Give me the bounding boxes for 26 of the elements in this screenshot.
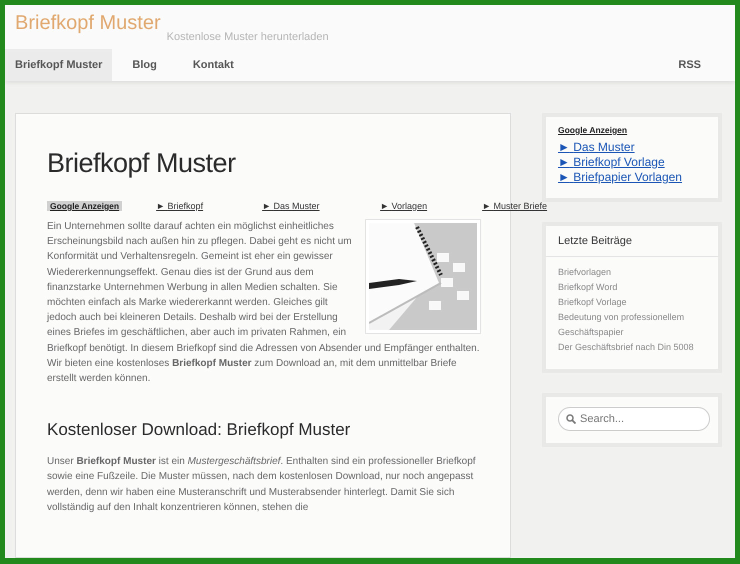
- nav-tab[interactable]: Blog: [122, 49, 167, 81]
- post-link[interactable]: Der Geschäftsbrief nach Din 5008: [558, 340, 706, 355]
- post-link[interactable]: Briefkopf Vorlage: [558, 295, 706, 310]
- site-tagline: Kostenlose Muster herunterladen: [166, 31, 329, 45]
- ads-label: Google Anzeigen: [47, 201, 122, 211]
- nav-tab[interactable]: Briefkopf Muster: [5, 49, 112, 81]
- post-link[interactable]: Briefkopf Word: [558, 280, 706, 295]
- section-heading: Kostenloser Download: Briefkopf Muster: [47, 420, 352, 440]
- ad-link[interactable]: ► Vorlagen: [380, 201, 482, 211]
- post-link[interactable]: Bedeutung von professionellem Geschäftspapier: [558, 310, 706, 340]
- ad-link[interactable]: ► Das Muster: [262, 201, 380, 211]
- ad-link[interactable]: ► Briefkopf Vorlage: [558, 155, 706, 169]
- ad-link[interactable]: ► Das Muster: [558, 140, 706, 154]
- search-field[interactable]: Search...: [558, 407, 710, 431]
- widget-title: Letzte Beiträge: [546, 226, 718, 257]
- ad-link[interactable]: ► Briefkopf: [156, 201, 262, 211]
- intro-paragraph: Ein Unternehmen sollte darauf achten ein möglichst einheitliches Erscheinungsbild nach außen hin zu pflegen. Dabei geht es nicht um Konformität und Verhaltensregeln. Gemeint ist eher ein gewisser Wiedererkennungseffekt. Genau dies ist der Grund aus dem finanzstarke Unternehmen Werbung in allen Medien schalten. Sie möchten einfach als Marke wiedererkannt werden. Gleiches gilt jedoch auch bei kleineren Details. Deshalb wird bei der Erstellung eines Briefes im geschäftlichen, aber auch im privaten Rahmen, ein Briefkopf benötigt. In diesem Briefkopf sind die Adressen von Absender und Empfänger enthalten. Wir bieten eine kostenloses Briefkopf Muster zum Download an, mit dem unmittelbar Briefe erstellt werden können.: [47, 219, 482, 386]
- article-title: Briefkopf Muster: [47, 148, 237, 179]
- nav-tab[interactable]: Kontakt: [182, 49, 244, 81]
- ad-link[interactable]: ► Muster Briefe: [482, 201, 562, 211]
- body-paragraph: Unser Briefkopf Muster ist ein Mustergeschäftsbrief. Enthalten sind ein professioneller Briefkopf sowie eine Fußzeile. Die Muster müssen, nach dem kostenlosen Download, nur noch angepasst werden, denn wir haben eine Musteranschrift und Musterabsender hinterlegt. Damit Sie sich vollständig auf den Inhalt konzentrieren können, stehen die: [47, 455, 477, 515]
- ads-label: Google Anzeigen: [558, 125, 628, 135]
- post-link[interactable]: Briefvorlagen: [558, 265, 706, 280]
- search-icon: [566, 414, 576, 424]
- rss-link[interactable]: RSS: [678, 49, 701, 81]
- ad-link[interactable]: ► Briefpapier Vorlagen: [558, 170, 706, 184]
